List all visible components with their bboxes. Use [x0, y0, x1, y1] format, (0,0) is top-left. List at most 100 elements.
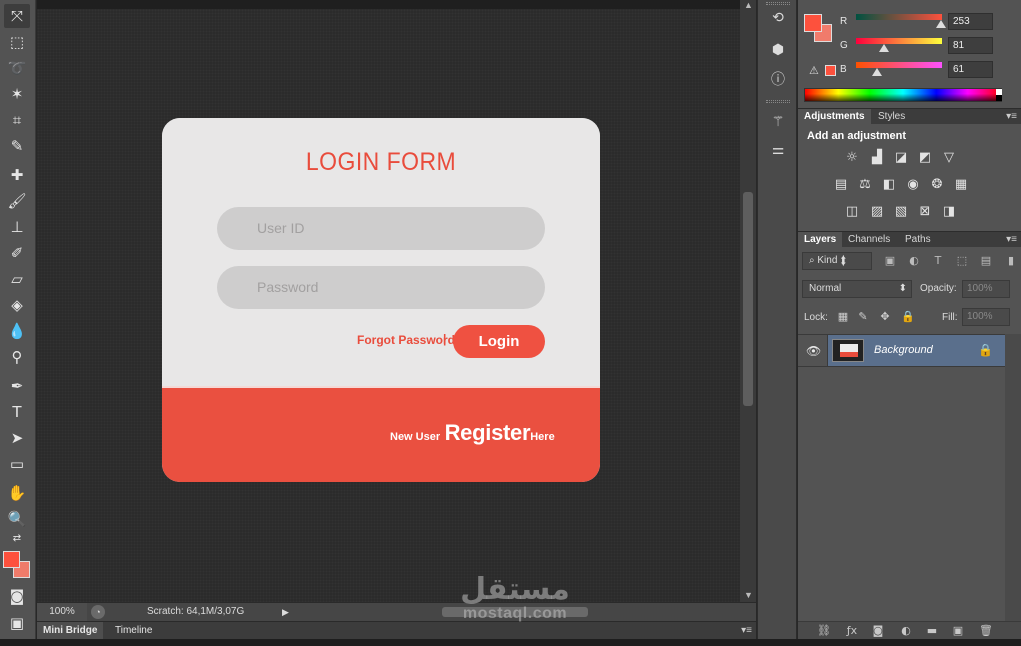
lasso-tool-icon[interactable]: ➰: [4, 56, 30, 80]
canvas-vertical-scrollbar[interactable]: ▲ ▼: [740, 0, 756, 602]
layer-row-background[interactable]: 👁 Background 🔒: [798, 334, 1005, 367]
color-panel-foreground-swatch[interactable]: [804, 14, 822, 32]
shape-tool-icon[interactable]: ▭: [4, 452, 30, 476]
hand-tool-icon[interactable]: ✋: [4, 481, 30, 505]
gamut-swatch[interactable]: [825, 65, 836, 76]
eraser-tool-icon[interactable]: ▱: [4, 267, 30, 291]
exposure-icon[interactable]: ◩: [916, 150, 934, 166]
black-white-swatch[interactable]: [996, 89, 1002, 101]
filter-shape-icon[interactable]: ⬚: [954, 254, 970, 268]
red-slider[interactable]: [856, 14, 942, 20]
opacity-input[interactable]: 100%: [962, 280, 1010, 298]
layer-style-fx-icon[interactable]: ƒx: [844, 624, 860, 638]
fill-input[interactable]: 100%: [962, 308, 1010, 326]
scroll-down-icon[interactable]: ▼: [744, 590, 753, 600]
login-button[interactable]: Login: [453, 325, 545, 358]
vibrance-icon[interactable]: ▽: [940, 150, 958, 166]
tab-mini-bridge[interactable]: Mini Bridge: [37, 622, 104, 640]
magic-wand-tool-icon[interactable]: ✶: [4, 82, 30, 106]
eyedropper-tool-icon[interactable]: ✎: [4, 134, 30, 158]
blue-slider[interactable]: [856, 62, 942, 68]
color-spectrum[interactable]: [804, 88, 1002, 102]
invert-icon[interactable]: ◫: [843, 204, 861, 220]
red-slider-thumb[interactable]: [936, 20, 947, 28]
tab-adjustments[interactable]: Adjustments: [798, 109, 871, 125]
filter-type-icon[interactable]: T: [930, 254, 946, 268]
blend-mode-select[interactable]: Normal ⬍: [802, 280, 912, 298]
history-brush-tool-icon[interactable]: ✐: [4, 241, 30, 265]
black-white-icon[interactable]: ◧: [880, 177, 898, 193]
curves-icon[interactable]: ◪: [892, 150, 910, 166]
layers-menu-icon[interactable]: ▾≡: [1006, 232, 1017, 248]
type-tool-icon[interactable]: T: [4, 400, 30, 424]
new-group-icon[interactable]: ▬: [924, 624, 940, 638]
green-slider[interactable]: [856, 38, 942, 44]
green-slider-thumb[interactable]: [878, 44, 889, 52]
eye-icon[interactable]: 👁: [806, 344, 821, 358]
history-panel-icon[interactable]: ⟲: [768, 8, 788, 28]
quick-mask-icon[interactable]: ◙: [4, 584, 30, 608]
color-lookup-icon[interactable]: ▦: [952, 177, 970, 193]
new-adjustment-layer-icon[interactable]: ◐: [898, 624, 914, 638]
dodge-tool-icon[interactable]: ⚲: [4, 345, 30, 369]
red-value-input[interactable]: 253: [948, 13, 993, 30]
tab-styles[interactable]: Styles: [872, 109, 911, 125]
move-tool-icon[interactable]: ⤧: [4, 4, 30, 28]
dock-grip-2[interactable]: [766, 100, 790, 103]
lock-all-icon[interactable]: 🔒: [901, 310, 915, 324]
selective-color-icon[interactable]: ◨: [940, 204, 958, 220]
brush-tool-icon[interactable]: 🖌: [4, 189, 30, 213]
gradient-map-icon[interactable]: ⊠: [916, 204, 934, 220]
tab-channels[interactable]: Channels: [842, 232, 896, 248]
threshold-icon[interactable]: ▧: [892, 204, 910, 220]
brightness-contrast-icon[interactable]: ☼: [843, 150, 861, 166]
new-layer-icon[interactable]: ▣: [950, 624, 966, 638]
channel-mixer-icon[interactable]: ❂: [928, 177, 946, 193]
marquee-tool-icon[interactable]: ⬚: [4, 30, 30, 54]
filter-smart-object-icon[interactable]: ▤: [978, 254, 994, 268]
status-menu-arrow-icon[interactable]: ▶: [282, 603, 289, 621]
levels-icon[interactable]: ▟: [868, 150, 886, 166]
tab-layers[interactable]: Layers: [798, 232, 843, 248]
path-selection-tool-icon[interactable]: ➤: [4, 426, 30, 450]
clone-stamp-tool-icon[interactable]: ⊥: [4, 215, 30, 239]
brush-presets-icon[interactable]: ⚚: [768, 112, 788, 132]
color-balance-icon[interactable]: ⚖: [856, 177, 874, 193]
document-info-icon[interactable]: ◔: [91, 605, 105, 619]
blue-value-input[interactable]: 61: [948, 61, 993, 78]
vertical-scroll-thumb[interactable]: [743, 192, 753, 406]
filter-toggle-icon[interactable]: ▮: [1003, 254, 1019, 268]
info-panel-icon[interactable]: ⓘ: [768, 70, 788, 90]
visibility-cell[interactable]: 👁: [798, 335, 828, 366]
zoom-level[interactable]: 100%: [37, 603, 87, 621]
link-layers-icon[interactable]: ⛓: [816, 624, 832, 638]
lock-transparent-icon[interactable]: ▦: [836, 310, 850, 324]
pen-tool-icon[interactable]: ✒: [4, 374, 30, 398]
out-of-gamut-warning-icon[interactable]: ⚠: [809, 64, 819, 77]
paint-bucket-tool-icon[interactable]: ◈: [4, 293, 30, 317]
blur-tool-icon[interactable]: 💧: [4, 319, 30, 343]
layer-filter-kind[interactable]: ⌕ Kind ⬍: [802, 252, 872, 270]
zoom-tool-icon[interactable]: 🔍: [4, 507, 30, 531]
screen-mode-icon[interactable]: ▣: [4, 611, 30, 635]
user-id-field[interactable]: User ID: [217, 207, 545, 250]
delete-layer-icon[interactable]: 🗑: [978, 624, 994, 638]
filter-pixel-icon[interactable]: ▣: [882, 254, 898, 268]
add-mask-icon[interactable]: ◙: [870, 624, 886, 638]
posterize-icon[interactable]: ▨: [868, 204, 886, 220]
dock-grip[interactable]: [766, 2, 790, 5]
password-field[interactable]: Password: [217, 266, 545, 309]
tool-presets-icon[interactable]: ⚌: [768, 140, 788, 160]
crop-tool-icon[interactable]: ⌗: [4, 108, 30, 132]
layer-name[interactable]: Background: [874, 344, 933, 356]
scroll-up-icon[interactable]: ▲: [744, 0, 753, 10]
foreground-color-swatch[interactable]: [3, 551, 20, 568]
blue-slider-thumb[interactable]: [871, 68, 882, 76]
green-value-input[interactable]: 81: [948, 37, 993, 54]
adjustments-menu-icon[interactable]: ▾≡: [1006, 109, 1017, 125]
layers-scrollbar[interactable]: [1005, 334, 1021, 621]
lock-image-icon[interactable]: ✎: [856, 310, 870, 324]
tab-timeline[interactable]: Timeline: [109, 622, 158, 640]
panel-menu-icon[interactable]: ▾≡: [741, 622, 752, 640]
lock-position-icon[interactable]: ✥: [878, 310, 892, 324]
